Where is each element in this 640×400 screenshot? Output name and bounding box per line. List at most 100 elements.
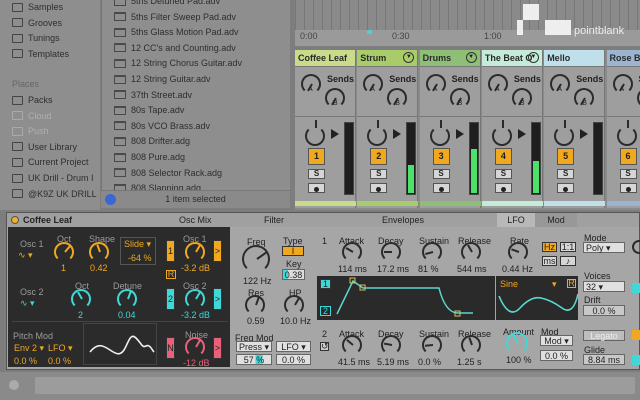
chevron-down-icon[interactable]: ▾	[552, 279, 557, 290]
track-activator-button[interactable]: 4	[494, 148, 512, 165]
slide-value[interactable]: -64 %	[128, 253, 152, 263]
partial-control[interactable]	[632, 355, 640, 365]
file-item[interactable]: 5ths Filter Sweep Pad.adv	[114, 10, 236, 24]
file-item[interactable]: 808 Drifter.adg	[114, 134, 190, 148]
filter-freq-knob[interactable]	[242, 245, 270, 273]
file-item[interactable]: 5ths Detuned Pad.adv	[114, 0, 220, 8]
drift-field[interactable]: 0.0 %	[583, 305, 625, 316]
pitch-mod-source2[interactable]: LFO ▾	[48, 343, 73, 354]
lfo-amount-knob[interactable]	[506, 332, 528, 354]
partial-knob[interactable]	[632, 240, 640, 254]
osc2-level-knob[interactable]	[185, 289, 205, 309]
playhead-marker[interactable]	[367, 30, 372, 34]
pitch-mod-amount1[interactable]: 0.0 %	[14, 356, 37, 366]
file-item[interactable]: 5ths Glass Motion Pad.adv	[114, 25, 239, 39]
pan-knob[interactable]	[491, 120, 512, 146]
lfo-waveform-dropdown[interactable]: Sine	[500, 279, 518, 289]
freq-mod-source1[interactable]: Press ▾	[236, 341, 272, 352]
arm-button[interactable]	[494, 183, 512, 193]
hp-knob[interactable]	[284, 295, 304, 315]
env1-select[interactable]: 1	[320, 279, 331, 289]
file-item[interactable]: 12 CC's and Counting.adv	[114, 41, 236, 55]
pitch-mod-amount2[interactable]: 0.0 %	[48, 356, 71, 366]
track-header[interactable]: Coffee Leaf	[295, 50, 355, 66]
osc1-filter-route[interactable]: >	[213, 240, 222, 262]
env1-attack-knob[interactable]	[342, 242, 362, 262]
info-icon[interactable]	[105, 194, 116, 205]
volume-arrow-icon[interactable]	[393, 129, 402, 139]
env1-release-knob[interactable]	[461, 242, 481, 262]
lfo-retrigger-button[interactable]: R	[567, 279, 576, 288]
volume-arrow-icon[interactable]	[331, 129, 339, 139]
file-item[interactable]: 808 Selector Rack.adg	[114, 166, 222, 180]
env1-sustain-knob[interactable]	[422, 242, 442, 262]
env-loop-icon[interactable]: ↺	[320, 342, 329, 351]
tab-mod[interactable]: Mod	[535, 213, 577, 227]
voices-dropdown[interactable]: 32 ▾	[583, 281, 625, 292]
env2-attack-knob[interactable]	[342, 335, 362, 355]
env1-decay-knob[interactable]	[381, 242, 401, 262]
tab-lfo[interactable]: LFO	[497, 213, 535, 227]
filter-type-button[interactable]: I	[282, 246, 304, 256]
level-meter[interactable]	[406, 122, 417, 195]
lfo-note-button[interactable]: ♪	[560, 256, 576, 266]
file-item[interactable]: 12 String Guitar.adv	[114, 72, 211, 86]
osc2-toggle[interactable]: 2	[166, 288, 175, 310]
env2-select[interactable]: 2	[320, 306, 331, 316]
track-activator-button[interactable]: 1	[308, 148, 325, 165]
osc1-level-knob[interactable]	[185, 242, 205, 262]
pan-knob[interactable]	[367, 120, 388, 146]
osc2-wave-icon[interactable]: ∿ ▾	[20, 298, 35, 309]
lfo-rate-knob[interactable]	[508, 242, 528, 262]
env2-release-knob[interactable]	[461, 335, 481, 355]
osc1-toggle[interactable]: 1	[166, 240, 175, 262]
track-activator-button[interactable]: 3	[432, 148, 450, 165]
file-item[interactable]: 80s Tape.adv	[114, 103, 184, 117]
filter-res-knob[interactable]	[245, 295, 265, 315]
osc1-shape-knob[interactable]	[89, 242, 109, 262]
level-meter[interactable]	[344, 122, 354, 195]
sidebar-place[interactable]: Cloud	[12, 109, 52, 123]
solo-button[interactable]: S	[308, 169, 325, 179]
track-activator-button[interactable]: 2	[370, 148, 388, 165]
volume-arrow-icon[interactable]	[455, 129, 464, 139]
sidebar-item[interactable]: Samples	[12, 0, 63, 14]
freq-mod-amount1[interactable]: 57 %	[236, 354, 272, 365]
file-item[interactable]: 12 String Chorus Guitar.adv	[114, 56, 242, 70]
lfo-ms-button[interactable]: ms	[542, 256, 557, 266]
solo-button[interactable]: S	[432, 169, 450, 179]
sidebar-place[interactable]: UK Drill - Drum I	[12, 171, 94, 185]
osc2-detune-knob[interactable]	[117, 289, 137, 309]
track-header[interactable]: Rose Ba	[606, 50, 640, 66]
volume-arrow-icon[interactable]	[580, 129, 589, 139]
partial-control[interactable]	[632, 330, 640, 340]
sidebar-place[interactable]: Current Project	[12, 155, 89, 169]
pan-knob[interactable]	[429, 120, 450, 146]
track-activator-button[interactable]: 6	[619, 148, 637, 165]
file-item[interactable]: 80s VCO Brass.adv	[114, 119, 210, 133]
arm-button[interactable]	[432, 183, 450, 193]
pan-knob[interactable]	[305, 120, 325, 146]
file-item[interactable]: 37th Street.adv	[114, 88, 192, 102]
legato-button[interactable]: Legato	[583, 330, 625, 341]
partial-control[interactable]	[632, 283, 640, 293]
noise-filter-route[interactable]: >	[213, 337, 222, 359]
solo-button[interactable]: S	[619, 169, 637, 179]
lfo-hz-button[interactable]: Hz	[542, 242, 557, 252]
osc-retrigger-button[interactable]: R	[166, 270, 176, 279]
sidebar-item[interactable]: Grooves	[12, 16, 62, 30]
sidebar-place[interactable]: User Library	[12, 140, 77, 154]
solo-button[interactable]: S	[370, 169, 388, 179]
sidebar-place[interactable]: Packs	[12, 93, 53, 107]
track-dropdown-icon[interactable]: ▼	[527, 52, 539, 63]
lfo-mod-source[interactable]: Mod ▾	[540, 335, 573, 346]
osc2-oct-knob[interactable]	[71, 289, 91, 309]
pan-knob[interactable]	[616, 120, 637, 146]
osc1-wave-icon[interactable]: ∿ ▾	[18, 250, 33, 261]
arrangement-timeline[interactable]: 0:00 0:30 1:00 pointblank	[295, 0, 640, 46]
track-header[interactable]: Mello	[544, 50, 605, 66]
lfo-sync-button[interactable]: 1:1	[560, 242, 576, 252]
send-b-knob[interactable]	[636, 88, 640, 108]
envelope-display[interactable]	[317, 276, 495, 320]
sidebar-place[interactable]: Push	[12, 124, 49, 138]
